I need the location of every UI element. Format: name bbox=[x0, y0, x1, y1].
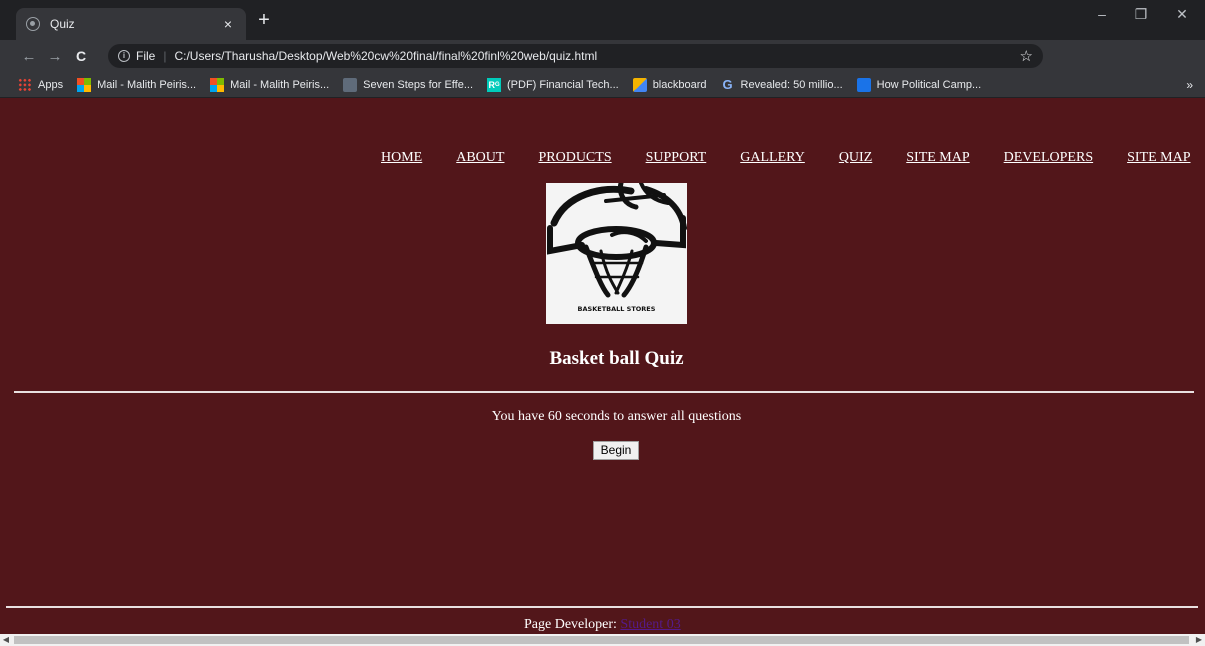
bookmark-label: (PDF) Financial Tech... bbox=[507, 78, 619, 91]
scheme-label: File bbox=[136, 49, 156, 63]
begin-button[interactable]: Begin bbox=[593, 441, 639, 460]
nav-products[interactable]: PRODUCTS bbox=[538, 150, 611, 166]
back-button[interactable]: ← bbox=[16, 48, 42, 65]
tab-title: Quiz bbox=[50, 17, 75, 31]
researchgate-icon: Rᴳ bbox=[487, 77, 502, 92]
bookmark-label: Mail - Malith Peiris... bbox=[97, 78, 197, 91]
nav-gallery[interactable]: GALLERY bbox=[740, 150, 805, 166]
microsoft-icon bbox=[77, 77, 92, 92]
quiz-instructions: You have 60 seconds to answer all questi… bbox=[491, 409, 742, 424]
minimize-button[interactable]: – bbox=[1082, 6, 1122, 22]
basketball-stores-logo: BASKETBALL STORES bbox=[546, 183, 687, 324]
tab-strip: Quiz × + – ❐ ✕ bbox=[0, 0, 1205, 40]
blackboard-icon bbox=[632, 77, 647, 92]
nav-site-map[interactable]: SITE MAP bbox=[906, 150, 969, 166]
footer-label: Page Developer: bbox=[524, 617, 617, 632]
footer-developer-link[interactable]: Student 03 bbox=[620, 617, 680, 632]
nav-about[interactable]: ABOUT bbox=[456, 150, 504, 166]
page-viewport: HOME ABOUT PRODUCTS SUPPORT GALLERY QUIZ… bbox=[0, 98, 1205, 634]
divider-bottom bbox=[6, 606, 1198, 608]
page-footer: Page Developer: Student 03 bbox=[524, 617, 681, 633]
info-icon[interactable]: i bbox=[118, 50, 130, 62]
bookmark-mail-1[interactable]: Mail - Malith Peiris... bbox=[77, 77, 197, 92]
tab-close-button[interactable]: × bbox=[220, 16, 236, 32]
apps-grid-icon bbox=[18, 77, 32, 92]
bookmark-label: Mail - Malith Peiris... bbox=[230, 78, 330, 91]
bookmark-label: Revealed: 50 millio... bbox=[740, 78, 843, 91]
forward-button[interactable]: → bbox=[42, 48, 68, 65]
bookmark-label: Seven Steps for Effe... bbox=[363, 78, 474, 91]
nav-site-map-2[interactable]: SITE MAP bbox=[1127, 150, 1190, 166]
bookmark-blackboard[interactable]: blackboard bbox=[632, 77, 707, 92]
address-bar[interactable]: i File | C:/Users/Tharusha/Desktop/Web%2… bbox=[108, 44, 1043, 68]
basketball-logo-graphic: BASKETBALL STORES bbox=[547, 183, 687, 313]
bookmark-label: How Political Camp... bbox=[876, 78, 982, 91]
main-nav: HOME ABOUT PRODUCTS SUPPORT GALLERY QUIZ… bbox=[381, 150, 1191, 166]
globe-icon bbox=[26, 17, 40, 31]
page-title: Basket ball Quiz bbox=[549, 348, 684, 369]
browser-tab-quiz[interactable]: Quiz × bbox=[16, 8, 246, 40]
bookmarks-overflow-icon[interactable]: » bbox=[1186, 78, 1193, 92]
bookmark-pdf-financial[interactable]: Rᴳ (PDF) Financial Tech... bbox=[487, 77, 619, 92]
bookmark-star-icon[interactable]: ☆ bbox=[1020, 47, 1033, 65]
scrollbar-thumb[interactable] bbox=[14, 636, 1189, 644]
site-icon bbox=[343, 77, 358, 92]
bookmarks-bar: Apps Mail - Malith Peiris... Mail - Mali… bbox=[0, 72, 1205, 98]
bookmark-apps[interactable]: Apps bbox=[18, 77, 64, 92]
nav-quiz[interactable]: QUIZ bbox=[839, 150, 872, 166]
bookmark-label: Apps bbox=[38, 78, 64, 91]
restore-button[interactable]: ❐ bbox=[1121, 6, 1161, 23]
bookmark-label: blackboard bbox=[652, 78, 707, 91]
bookmark-revealed[interactable]: G Revealed: 50 millio... bbox=[721, 76, 843, 92]
nav-home[interactable]: HOME bbox=[381, 150, 422, 166]
horizontal-scrollbar[interactable]: ◀ ▶ bbox=[0, 634, 1205, 646]
guardian-icon: G bbox=[722, 76, 733, 92]
scroll-right-arrow-icon[interactable]: ▶ bbox=[1193, 634, 1205, 646]
bookmark-seven-steps[interactable]: Seven Steps for Effe... bbox=[343, 77, 474, 92]
url-text[interactable]: C:/Users/Tharusha/Desktop/Web%20cw%20fin… bbox=[174, 49, 1019, 63]
nav-support[interactable]: SUPPORT bbox=[646, 150, 707, 166]
reload-button[interactable]: C bbox=[68, 48, 94, 64]
scroll-left-arrow-icon[interactable]: ◀ bbox=[0, 634, 12, 646]
bookmark-mail-2[interactable]: Mail - Malith Peiris... bbox=[210, 77, 330, 92]
microsoft-icon bbox=[210, 77, 225, 92]
divider-top bbox=[14, 391, 1194, 393]
logo-text: BASKETBALL STORES bbox=[578, 305, 656, 313]
site-icon bbox=[856, 77, 871, 92]
browser-toolbar: ← → C i File | C:/Users/Tharusha/Desktop… bbox=[0, 40, 1205, 106]
nav-developers[interactable]: DEVELOPERS bbox=[1004, 150, 1093, 166]
new-tab-button[interactable]: + bbox=[254, 10, 274, 30]
address-separator: | bbox=[163, 49, 167, 63]
close-window-button[interactable]: ✕ bbox=[1162, 6, 1202, 23]
bookmark-political[interactable]: How Political Camp... bbox=[856, 77, 982, 92]
